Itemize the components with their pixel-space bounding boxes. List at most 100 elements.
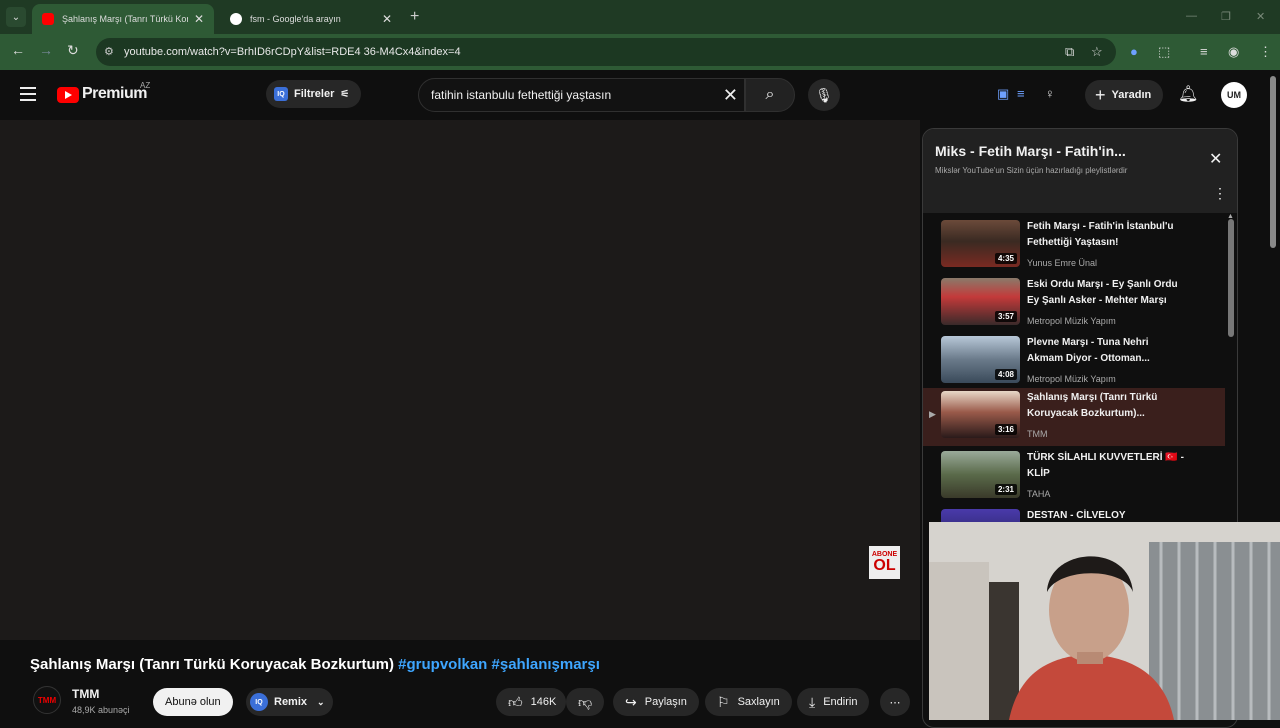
notifications-bell-icon[interactable]: 🔔︎ — [1178, 84, 1198, 104]
remix-badge-icon: IQ — [250, 693, 268, 711]
playlist-scrollbar[interactable] — [1228, 219, 1234, 337]
account-avatar[interactable]: UM — [1221, 82, 1247, 108]
subscribe-button[interactable]: Abunə olun — [153, 688, 233, 716]
playlist-header: Miks - Fetih Marşı - Fatih'in... Mikslər… — [923, 129, 1237, 213]
media-control-icon[interactable]: ≡ — [1200, 44, 1208, 59]
voice-search-button[interactable]: 🎙 — [808, 79, 840, 111]
clear-search-icon[interactable]: ✕ — [723, 85, 738, 106]
video-thumbnail: 2:31 — [941, 451, 1020, 498]
browser-menu-icon[interactable]: ⋮ — [1259, 44, 1272, 60]
guide-menu-icon[interactable] — [20, 87, 36, 101]
chevron-down-icon[interactable]: ⌄ — [317, 697, 325, 708]
tab-close-icon[interactable]: ✕ — [382, 12, 392, 26]
install-app-icon[interactable]: ⧉ — [1065, 44, 1074, 60]
sliders-icon: ⚟ — [340, 88, 350, 100]
reload-icon[interactable]: ↻ — [67, 42, 79, 59]
page-scrollbar[interactable] — [1270, 76, 1276, 248]
duration-badge: 3:16 — [994, 424, 1017, 435]
extension-list-icon[interactable]: ≡ — [1017, 86, 1025, 101]
plus-icon: + — [1095, 84, 1106, 105]
extensions-puzzle-icon[interactable]: ⬚ — [1158, 44, 1170, 60]
close-playlist-icon[interactable]: ✕ — [1209, 149, 1222, 169]
remix-label: Remix — [274, 696, 308, 708]
microphone-icon: 🎙 — [815, 86, 833, 103]
extension-badge-icon: IQ — [274, 87, 288, 101]
download-button[interactable]: ⤓ Endirin — [797, 688, 870, 716]
search-input[interactable]: fatihin istanbulu fethettiği yaştasın ✕ — [418, 78, 745, 112]
youtube-logo-icon[interactable] — [57, 87, 79, 103]
share-icon: ↪ — [625, 693, 637, 710]
minimize-icon[interactable]: — — [1186, 10, 1197, 22]
profile-icon[interactable]: ◉ — [1228, 44, 1239, 60]
tab-title: fsm - Google'da arayın — [250, 14, 341, 24]
download-icon: ⤓ — [809, 693, 816, 710]
playlist-item[interactable]: 4:08 Plevne Marşı - Tuna Nehri Akmam Diy… — [923, 333, 1225, 389]
playlist-title[interactable]: Miks - Fetih Marşı - Fatih'in... — [935, 143, 1126, 159]
more-horizontal-icon: ⋯ — [889, 696, 901, 709]
browser-tab-bar: ⌄ Şahlanış Marşı (Tanrı Türkü Koruyacak … — [0, 0, 1280, 34]
video-hashtags[interactable]: #grupvolkan #şahlanışmarşı — [398, 656, 600, 673]
share-button[interactable]: ↪ Paylaşın — [613, 688, 699, 716]
site-info-icon[interactable]: ⚙ — [104, 45, 114, 58]
playlist-item[interactable]: 2:31 TÜRK SİLAHLI KUVVETLERİ 🇹🇷 - KLİP T… — [923, 448, 1225, 504]
filters-button[interactable]: IQ Filtreler ⚟ — [266, 80, 362, 108]
more-actions-button[interactable]: ⋯ — [880, 688, 910, 716]
channel-avatar[interactable]: TMM — [33, 686, 61, 714]
maximize-icon[interactable]: ❐ — [1221, 10, 1231, 23]
extension-bulb-icon[interactable]: ♀ — [1045, 86, 1055, 101]
remix-button[interactable]: IQ Remix ⌄ — [246, 688, 333, 716]
youtube-masthead: Premium AZ IQ Filtreler ⚟ fatihin istanb… — [0, 70, 1280, 120]
subscriber-count: 48,9K abunəçi — [72, 705, 130, 715]
thumbs-down-icon: 👎︎ — [578, 693, 593, 710]
new-tab-icon[interactable]: + — [410, 8, 419, 26]
youtube-favicon-icon — [42, 13, 54, 25]
country-code: AZ — [140, 81, 151, 90]
logo-text[interactable]: Premium — [82, 85, 147, 103]
tab-close-icon[interactable]: ✕ — [194, 12, 204, 26]
dislike-button[interactable]: 👎︎ — [566, 688, 605, 716]
playlist-item-current[interactable]: ▶ 3:16 Şahlanış Marşı (Tanrı Türkü Koruy… — [923, 388, 1225, 446]
search-button[interactable]: ⌕ — [745, 78, 795, 112]
save-label: Saxlayın — [737, 696, 780, 708]
duration-badge: 3:57 — [994, 311, 1017, 322]
video-title-main: Şahlanış Marşı (Tanrı Türkü Koruyacak Bo… — [30, 656, 394, 673]
video-player[interactable] — [0, 120, 920, 640]
item-channel: TMM — [1027, 429, 1048, 439]
tab-google[interactable]: fsm - Google'da arayın ✕ — [220, 4, 402, 34]
item-title: Plevne Marşı - Tuna Nehri Akmam Diyor - … — [1027, 337, 1150, 364]
google-favicon-icon — [230, 13, 242, 25]
search-icon: ⌕ — [765, 86, 775, 103]
forward-icon[interactable]: → — [39, 42, 53, 58]
tab-title: Şahlanış Marşı (Tanrı Türkü Koruyacak — [62, 14, 188, 24]
like-button[interactable]: 👍︎ 146K — [496, 688, 567, 716]
search-value: fatihin istanbulu fethettiği yaştasın — [431, 88, 612, 102]
item-title: Eski Ordu Marşı - Ey Şanlı Ordu Ey Şanlı… — [1027, 279, 1178, 306]
extension-icon[interactable]: ▣ — [997, 86, 1009, 102]
save-button[interactable]: ⚐ Saxlayın — [705, 688, 792, 716]
address-text: youtube.com/watch?v=BrhID6rCDpY&list=RDE… — [124, 46, 461, 58]
playlist-item[interactable]: 4:35 Fetih Marşı - Fatih'in İstanbul'u F… — [923, 217, 1225, 273]
create-button[interactable]: + Yaradın — [1085, 80, 1164, 110]
bookmark-star-icon[interactable]: ☆ — [1091, 44, 1103, 60]
video-thumbnail: 4:08 — [941, 336, 1020, 383]
extension-icon[interactable]: ● — [1130, 44, 1138, 59]
playlist-menu-icon[interactable]: ⋮ — [1213, 185, 1227, 202]
window-close-icon[interactable]: ✕ — [1256, 10, 1265, 23]
share-label: Paylaşın — [644, 696, 687, 708]
download-label: Endirin — [823, 696, 858, 708]
duration-badge: 4:08 — [994, 369, 1017, 380]
duration-badge: 2:31 — [994, 484, 1017, 495]
thumbs-up-icon: 👍︎ — [508, 693, 523, 710]
back-icon[interactable]: ← — [11, 42, 25, 58]
channel-name[interactable]: TMM — [72, 687, 99, 701]
video-thumbnail: 3:57 — [941, 278, 1020, 325]
item-channel: Metropol Müzik Yapım — [1027, 316, 1116, 326]
item-title: TÜRK SİLAHLI KUVVETLERİ 🇹🇷 - KLİP — [1027, 452, 1184, 479]
video-thumbnail: 3:16 — [941, 391, 1020, 438]
subscribe-watermark[interactable]: ABONE OL — [869, 546, 900, 579]
tab-youtube[interactable]: Şahlanış Marşı (Tanrı Türkü Koruyacak ✕ — [32, 4, 214, 34]
address-bar[interactable]: ⚙ youtube.com/watch?v=BrhID6rCDpY&list=R… — [96, 38, 1116, 66]
tab-search-icon[interactable]: ⌄ — [6, 7, 26, 27]
item-title: Fetih Marşı - Fatih'in İstanbul'u Fethet… — [1027, 221, 1174, 248]
playlist-item[interactable]: 3:57 Eski Ordu Marşı - Ey Şanlı Ordu Ey … — [923, 275, 1225, 331]
